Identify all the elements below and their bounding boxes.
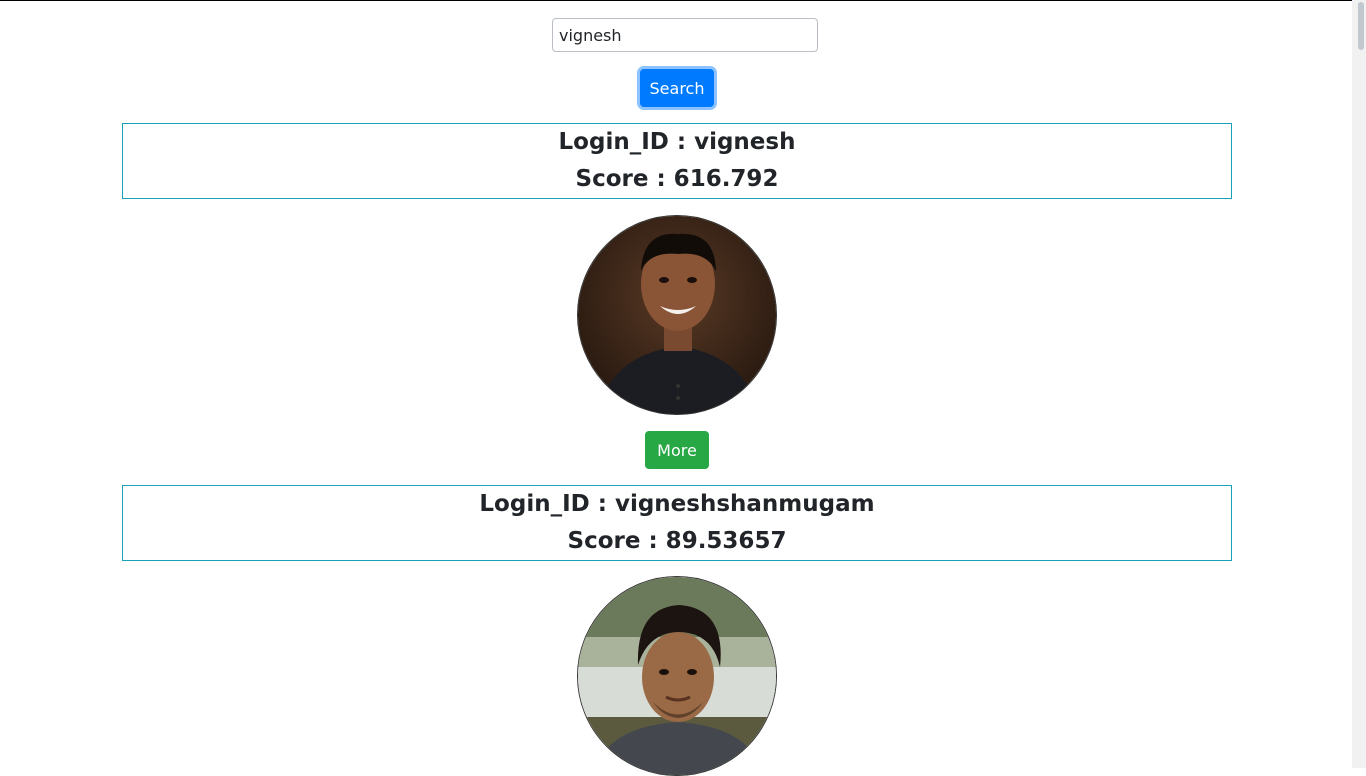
scrollbar-thumb[interactable]	[1358, 2, 1364, 50]
profile-photo	[578, 216, 776, 414]
page: Search Login_ID : vignesh Score : 616.79…	[0, 0, 1352, 776]
profile-photo	[578, 577, 776, 775]
login-id-heading: Login_ID : vignesh	[558, 129, 796, 155]
result-card: Login_ID : vignesh Score : 616.792	[122, 123, 1232, 199]
page-scrollbar[interactable]	[1352, 0, 1366, 768]
login-id-heading: Login_ID : vigneshshanmugam	[479, 491, 875, 517]
search-input[interactable]	[552, 18, 818, 52]
more-button[interactable]: More	[645, 431, 709, 469]
search-button[interactable]: Search	[640, 69, 714, 107]
avatar	[577, 215, 777, 415]
score-heading: Score : 616.792	[575, 166, 779, 192]
result-card: Login_ID : vigneshshanmugam Score : 89.5…	[122, 485, 1232, 561]
avatar	[577, 576, 777, 776]
score-heading: Score : 89.53657	[567, 528, 787, 554]
